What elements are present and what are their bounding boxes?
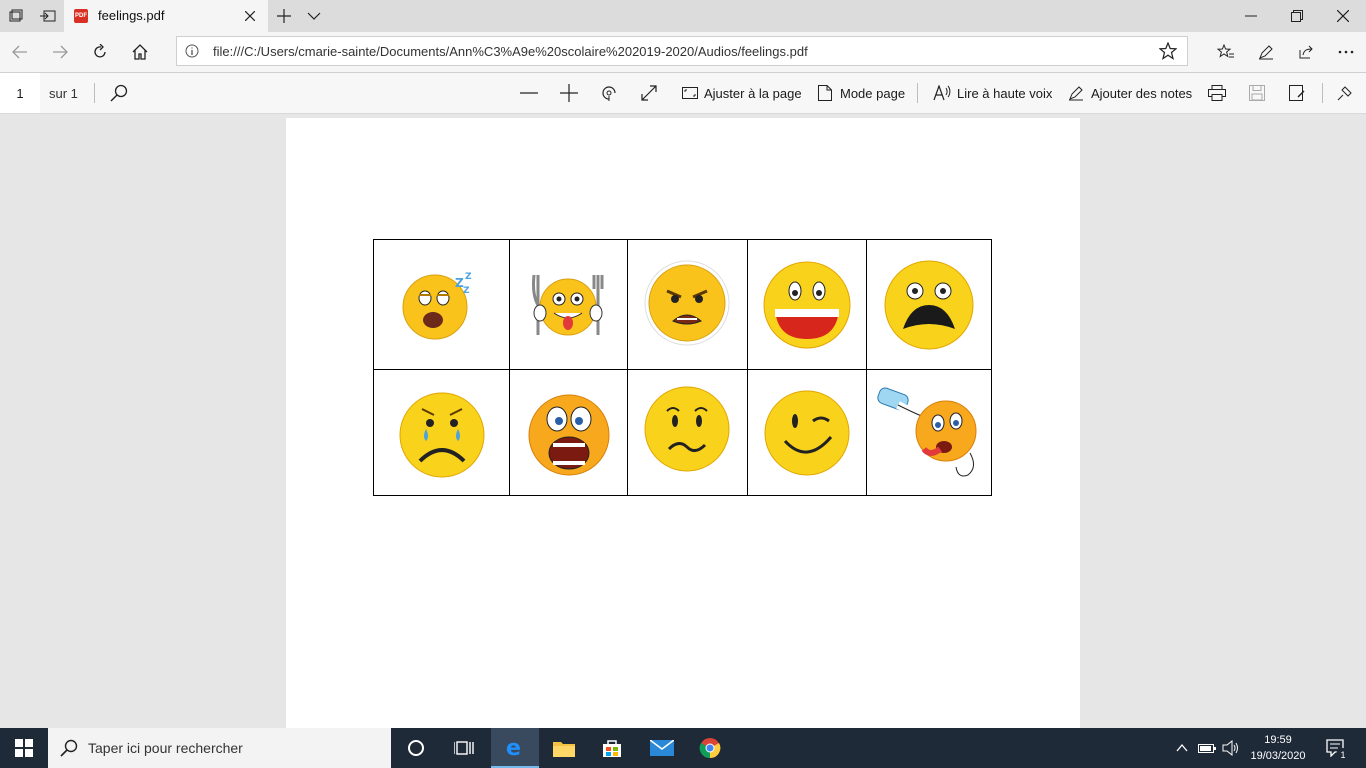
- title-bar: PDF feelings.pdf: [0, 0, 1366, 32]
- emoji-sleepy: Z Z Z: [372, 239, 511, 370]
- read-aloud-icon[interactable]: [932, 73, 952, 113]
- emoji-angry: [626, 239, 748, 370]
- divider: [94, 83, 95, 103]
- new-tab-icon[interactable]: [268, 0, 300, 32]
- print-icon[interactable]: [1206, 73, 1228, 113]
- clock-date: 19/03/2020: [1250, 750, 1306, 762]
- info-icon[interactable]: [185, 44, 199, 61]
- share-icon[interactable]: [1286, 36, 1326, 68]
- edge-taskbar-icon[interactable]: e: [491, 728, 539, 768]
- tab-title: feelings.pdf: [98, 8, 165, 23]
- volume-icon[interactable]: [1220, 728, 1242, 768]
- save-icon[interactable]: [1246, 73, 1268, 113]
- zoom-out-icon[interactable]: [516, 73, 542, 113]
- mail-icon[interactable]: [638, 728, 686, 768]
- svg-text:Z: Z: [463, 286, 470, 296]
- address-toolbar: file:///C:/Users/cmarie-sainte/Documents…: [0, 32, 1366, 73]
- emoji-winking: [746, 369, 868, 496]
- emoji-scared: [509, 369, 628, 496]
- chrome-icon[interactable]: [686, 728, 734, 768]
- favorite-star-icon[interactable]: [1158, 41, 1178, 63]
- cortana-icon[interactable]: [396, 728, 436, 768]
- emoji-thirsty: [866, 369, 992, 496]
- store-icon[interactable]: [588, 728, 636, 768]
- fit-page-button[interactable]: Ajuster à la page: [704, 86, 802, 101]
- home-button[interactable]: [120, 36, 160, 68]
- search-icon[interactable]: [106, 73, 132, 113]
- divider: [917, 83, 918, 103]
- emoji-happy: [746, 239, 868, 370]
- clock-time: 19:59: [1264, 734, 1292, 746]
- table-row: [372, 369, 992, 496]
- notification-center-icon[interactable]: 1: [1320, 728, 1350, 768]
- emoji-worried: [626, 369, 748, 496]
- set-aside-tabs-icon[interactable]: [32, 0, 64, 32]
- task-view-icon[interactable]: [444, 728, 484, 768]
- fit-page-icon[interactable]: [680, 73, 700, 113]
- taskbar-search-input[interactable]: Taper ici pour rechercher: [48, 728, 391, 768]
- address-field[interactable]: file:///C:/Users/cmarie-sainte/Documents…: [176, 36, 1188, 66]
- add-notes-button[interactable]: Ajouter des notes: [1091, 86, 1192, 101]
- tab-active[interactable]: PDF feelings.pdf: [64, 0, 268, 32]
- page-mode-button[interactable]: Mode page: [840, 86, 905, 101]
- chevron-down-icon[interactable]: [298, 0, 330, 32]
- tab-manager-icon[interactable]: [0, 0, 32, 32]
- svg-text:e: e: [506, 736, 521, 758]
- pdf-toolbar: 1 sur 1 Ajuster à la page Mode page Lire…: [0, 73, 1366, 114]
- taskbar: Taper ici pour rechercher e 19:59 19/03/…: [0, 728, 1366, 768]
- page-mode-icon[interactable]: [816, 73, 834, 113]
- zoom-in-icon[interactable]: [556, 73, 582, 113]
- emotions-table: Z Z Z: [372, 239, 992, 496]
- tab-close-icon[interactable]: [240, 6, 260, 26]
- refresh-button[interactable]: [80, 36, 120, 68]
- save-as-icon[interactable]: [1286, 73, 1308, 113]
- close-window-button[interactable]: [1320, 0, 1366, 32]
- table-row: Z Z Z: [372, 239, 992, 370]
- pen-icon[interactable]: [1246, 36, 1286, 68]
- rotate-icon[interactable]: [596, 73, 622, 113]
- pin-toolbar-icon[interactable]: [1334, 73, 1356, 113]
- search-placeholder: Taper ici pour rechercher: [88, 740, 243, 756]
- search-icon: [60, 739, 78, 760]
- minimize-button[interactable]: [1228, 0, 1274, 32]
- fullscreen-icon[interactable]: [636, 73, 662, 113]
- read-aloud-button[interactable]: Lire à haute voix: [957, 86, 1052, 101]
- pdf-icon: PDF: [74, 9, 88, 23]
- system-clock[interactable]: 19:59 19/03/2020: [1250, 732, 1306, 764]
- notification-count-badge: 1: [1336, 748, 1350, 762]
- battery-icon[interactable]: [1196, 728, 1218, 768]
- file-explorer-icon[interactable]: [540, 728, 588, 768]
- chevron-up-icon[interactable]: [1172, 728, 1192, 768]
- page-number-input[interactable]: 1: [0, 73, 40, 113]
- divider: [1322, 83, 1323, 103]
- back-button[interactable]: [0, 36, 40, 68]
- more-menu-icon[interactable]: [1326, 36, 1366, 68]
- restore-button[interactable]: [1274, 0, 1320, 32]
- emoji-hungry: [509, 239, 628, 370]
- start-button[interactable]: [0, 728, 48, 768]
- favorites-icon[interactable]: [1206, 36, 1246, 68]
- forward-button[interactable]: [40, 36, 80, 68]
- svg-text:Z: Z: [465, 272, 472, 282]
- url-text[interactable]: file:///C:/Users/cmarie-sainte/Documents…: [213, 44, 808, 59]
- emoji-sad-crying: [372, 369, 511, 496]
- emoji-surprised: [866, 239, 992, 370]
- add-notes-icon[interactable]: [1066, 73, 1086, 113]
- page-count: sur 1: [49, 86, 78, 101]
